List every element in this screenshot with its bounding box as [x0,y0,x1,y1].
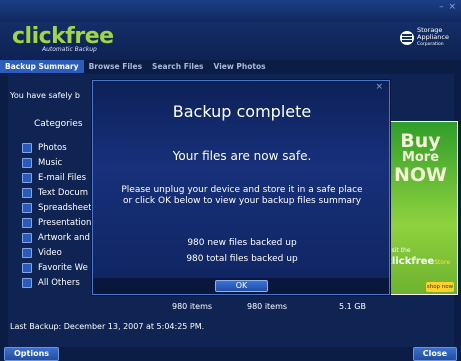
total-size: 5.1 GB [339,302,366,311]
tab-browse-files[interactable]: Browse Files [84,60,147,73]
last-backup-text: Last Backup: December 13, 2007 at 5:04:2… [10,322,205,331]
bottom-bar [0,347,461,361]
video-icon [22,248,32,258]
total-items-2: 980 items [247,302,288,311]
category-music[interactable]: Music [22,157,62,169]
clickfree-logo: clickfree Automatic Backup [12,25,114,54]
partner-logo: Storage Appliance Corporation [400,27,449,48]
category-label: Video [38,248,62,258]
shop-now-button[interactable]: shop now [426,282,454,292]
category-label: E-mail Files [38,173,87,183]
ok-button[interactable]: OK [215,280,268,292]
category-text-documents[interactable]: Text Docum [22,187,88,199]
category-all-others[interactable]: All Others [22,277,80,289]
artwork-icon [22,233,32,243]
dialog-close-icon[interactable]: × [375,82,383,92]
category-email[interactable]: E-mail Files [22,172,86,184]
spreadsheet-icon [22,203,32,213]
text-document-icon [22,188,32,198]
category-label: Artwork and [38,233,90,243]
total-files-count: 980 total files backed up [186,254,298,264]
buy-more-ad[interactable]: Buy More NOW Visit the clickfreeStore sh… [381,121,458,295]
partner-line: Appliance [417,33,449,41]
total-items-1: 980 items [172,302,213,311]
category-label: Photos [38,143,67,153]
category-video[interactable]: Video [22,247,62,259]
category-label: Spreadsheet [38,203,92,213]
safe-summary-text: You have safely b [10,91,80,100]
ad-store-label: Store [434,259,451,266]
photos-icon [22,143,32,153]
category-label: Text Docum [38,188,88,198]
files-safe-message: Your files are now safe. [172,149,312,163]
category-photos[interactable]: Photos [22,142,67,154]
category-artwork[interactable]: Artwork and [22,232,90,244]
dialog-title: Backup complete [172,102,312,121]
category-presentations[interactable]: Presentation [22,217,91,229]
ad-more-text: More [401,150,440,165]
backup-complete-dialog: × Backup complete Your files are now saf… [92,80,390,295]
email-icon [22,173,32,183]
tab-search-files[interactable]: Search Files [147,60,208,73]
partner-line: Corporation [417,42,444,47]
close-button[interactable]: Close [412,347,457,361]
instruction-line: or click OK below to view your backup fi… [122,196,362,206]
dialog-instructions: Please unplug your device and store it i… [107,185,377,207]
options-button[interactable]: Options [4,347,60,361]
instruction-line: Please unplug your device and store it i… [121,185,363,195]
tab-view-photos[interactable]: View Photos [209,60,271,73]
ad-brand: clickfreeStore [386,256,450,267]
category-label: Music [38,158,63,168]
category-label: Favorite We [38,263,88,273]
categories-header: Categories [34,119,83,129]
favorite-web-icon [22,263,32,273]
tab-backup-summary[interactable]: Backup Summary [0,60,84,73]
category-favorite-web[interactable]: Favorite We [22,262,88,274]
presentation-icon [22,218,32,228]
category-label: All Others [38,278,80,288]
tab-bar: Backup Summary Browse Files Search Files… [0,60,461,73]
window-controls[interactable]: – × [439,2,457,12]
app-header: clickfree Automatic Backup Storage Appli… [0,22,461,60]
music-icon [22,158,32,168]
all-others-icon [22,278,32,288]
new-files-count: 980 new files backed up [187,238,297,248]
app-window: – × clickfree Automatic Backup Storage A… [0,0,461,361]
category-spreadsheets[interactable]: Spreadsheet [22,202,92,214]
category-label: Presentation [38,218,92,228]
ad-brand-name: clickfree [386,256,435,267]
partner-mark-icon [400,30,414,45]
ad-now-text: NOW [393,164,447,186]
title-bar: – × [0,0,461,22]
ad-buy-text: Buy [400,130,441,152]
partner-text: Storage Appliance Corporation [417,27,449,48]
